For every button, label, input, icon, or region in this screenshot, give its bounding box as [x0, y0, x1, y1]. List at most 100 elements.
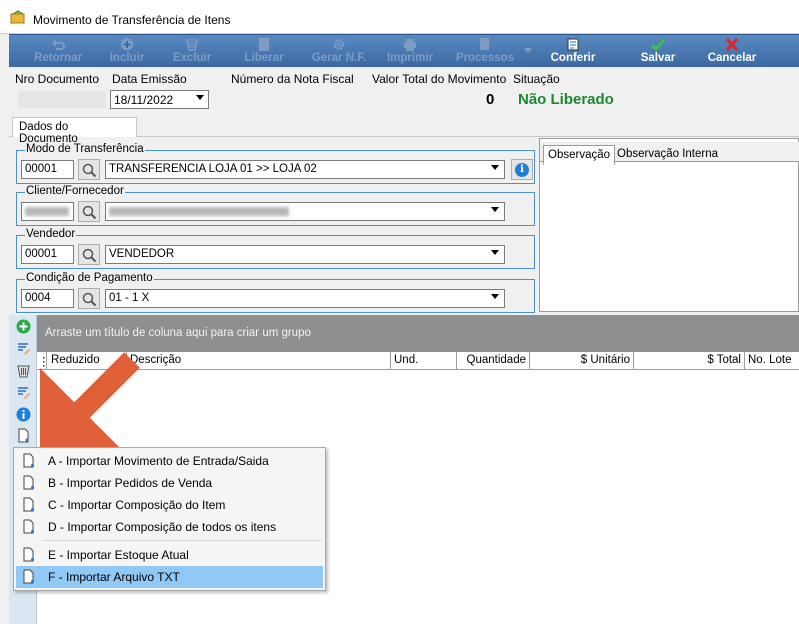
gerar-nf-label: Gerar N.F.: [311, 52, 367, 64]
column-descricao[interactable]: Descrição: [127, 352, 391, 370]
add-icon[interactable]: [16, 319, 31, 334]
info-icon: i: [515, 163, 529, 177]
conferir-button[interactable]: Conferir: [539, 35, 607, 68]
search-icon: [82, 205, 97, 220]
menu-item-importar-composicao[interactable]: C - Importar Composição do Item: [16, 494, 323, 516]
menu-item-label: A - Importar Movimento de Entrada/Saida: [48, 454, 269, 468]
pagamento-search-button[interactable]: [78, 288, 100, 309]
trash-icon: [186, 39, 198, 51]
nro-documento-label: Nro Documento: [15, 72, 100, 86]
processos-label: Processos: [455, 52, 515, 64]
processos-chevron-down-icon[interactable]: [524, 48, 532, 53]
excluir-label: Excluir: [172, 52, 212, 64]
menu-item-label: C - Importar Composição do Item: [48, 498, 226, 512]
menu-item-importar-estoque[interactable]: E - Importar Estoque Atual: [16, 544, 323, 566]
app-icon: [10, 10, 25, 24]
tab-observacao-interna[interactable]: Observação Interna: [613, 145, 722, 165]
close-icon: [725, 38, 739, 51]
vendedor-search-button[interactable]: [78, 244, 100, 265]
gerar-nf-button[interactable]: Gerar N.F.: [305, 35, 373, 68]
cliente-fornecedor-group: Cliente/Fornecedor: [16, 185, 535, 226]
printer-icon: [404, 39, 416, 51]
import-file-icon[interactable]: [16, 428, 31, 443]
cliente-code-input[interactable]: [21, 202, 74, 221]
gear-icon: [333, 39, 345, 50]
column-chooser-icon[interactable]: ⋮: [37, 352, 50, 370]
title-bar: Movimento de Transferência de Itens: [0, 0, 799, 34]
incluir-button[interactable]: Incluir: [96, 35, 158, 68]
column-unitario[interactable]: $ Unitário: [530, 352, 634, 370]
data-emissao-label: Data Emissão: [112, 72, 187, 86]
modo-select[interactable]: TRANSFERENCIA LOJA 01 >> LOJA 02: [105, 160, 505, 179]
edit-icon[interactable]: [16, 341, 31, 356]
pagamento-select[interactable]: 01 - 1 X: [105, 289, 505, 308]
salvar-label: Salvar: [640, 52, 676, 64]
search-icon: [82, 248, 97, 263]
menu-item-importar-composicao-todos[interactable]: D - Importar Composição de todos os iten…: [16, 516, 323, 538]
undo-icon: [52, 39, 65, 50]
valor-total-value: 0: [486, 91, 495, 108]
info-icon[interactable]: [16, 407, 31, 422]
info-button[interactable]: i: [511, 159, 533, 180]
redacted-name: [109, 207, 289, 216]
checkmark-icon: [651, 39, 665, 51]
salvar-button[interactable]: Salvar: [625, 35, 691, 68]
chevron-down-icon: [491, 165, 499, 170]
search-icon: [82, 292, 97, 307]
data-emissao-value: 18/11/2022: [114, 93, 174, 107]
imprimir-button[interactable]: Imprimir: [379, 35, 441, 68]
redacted-code: [25, 207, 69, 216]
import-menu: A - Importar Movimento de Entrada/Saida …: [13, 447, 326, 591]
document-icon: [259, 38, 269, 51]
incluir-label: Incluir: [109, 52, 145, 64]
pagamento-code-input[interactable]: 0004: [21, 289, 74, 308]
menu-item-importar-movimento[interactable]: A - Importar Movimento de Entrada/Saida: [16, 450, 323, 472]
file-icon: [23, 475, 34, 490]
menu-item-label: E - Importar Estoque Atual: [48, 548, 189, 562]
excluir-button[interactable]: Excluir: [161, 35, 223, 68]
cancelar-button[interactable]: Cancelar: [697, 35, 767, 68]
condicao-pagamento-group: Condição de Pagamento 0004 01 - 1 X: [16, 272, 535, 313]
edit-list-icon[interactable]: [16, 385, 31, 400]
group-by-area[interactable]: Arraste um título de coluna aqui para cr…: [37, 315, 799, 352]
situacao-label: Situação: [513, 72, 560, 86]
nota-fiscal-label: Número da Nota Fiscal: [231, 72, 354, 86]
modo-transferencia-group: Modo de Transferência 00001 TRANSFERENCI…: [16, 143, 535, 184]
file-icon: [23, 519, 34, 534]
column-reduzido[interactable]: Reduzido: [47, 352, 127, 370]
retornar-button[interactable]: Retornar: [23, 35, 93, 68]
column-quantidade[interactable]: Quantidade: [457, 352, 530, 370]
tab-dados-documento[interactable]: Dados do Documento: [12, 117, 137, 145]
column-no-lote[interactable]: No. Lote: [745, 352, 799, 370]
file-icon: [23, 453, 34, 468]
cancelar-label: Cancelar: [707, 52, 757, 64]
column-total[interactable]: $ Total: [634, 352, 745, 370]
processos-button[interactable]: Processos: [449, 35, 521, 68]
data-emissao-field[interactable]: 18/11/2022: [110, 90, 209, 109]
vendedor-code-input[interactable]: 00001: [21, 245, 74, 264]
valor-total-label: Valor Total do Movimento: [372, 72, 507, 86]
vendedor-select-value: VENDEDOR: [109, 248, 175, 260]
situacao-value: Não Liberado: [518, 91, 614, 108]
menu-item-importar-txt[interactable]: F - Importar Arquivo TXT: [16, 566, 323, 588]
document-tabs: Dados do Documento: [9, 117, 799, 145]
modo-search-button[interactable]: [78, 159, 100, 180]
cliente-search-button[interactable]: [78, 201, 100, 222]
vendedor-group: Vendedor 00001 VENDEDOR: [16, 228, 535, 269]
modo-code-input[interactable]: 00001: [21, 160, 74, 179]
tab-observacao[interactable]: Observação: [543, 145, 616, 165]
liberar-button[interactable]: Liberar: [234, 35, 294, 68]
chevron-down-icon: [491, 294, 499, 299]
pagamento-legend: Condição de Pagamento: [25, 272, 154, 284]
cliente-select[interactable]: [105, 202, 505, 221]
chevron-down-icon[interactable]: [196, 95, 204, 100]
menu-item-label: B - Importar Pedidos de Venda: [48, 476, 213, 490]
observacao-panel: Observação Observação Interna: [539, 138, 799, 312]
observacao-tabs: Observação Observação Interna: [540, 142, 799, 165]
vendedor-select[interactable]: VENDEDOR: [105, 245, 505, 264]
trash-icon[interactable]: [16, 363, 31, 378]
chevron-down-icon: [491, 250, 499, 255]
menu-item-importar-pedidos[interactable]: B - Importar Pedidos de Venda: [16, 472, 323, 494]
retornar-label: Retornar: [34, 52, 82, 64]
column-und[interactable]: Und.: [391, 352, 457, 370]
